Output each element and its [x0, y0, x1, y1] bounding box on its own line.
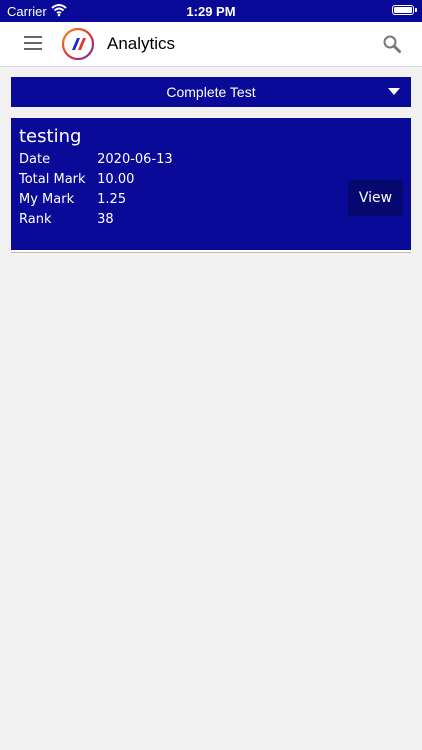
clock-time: 1:29 PM: [186, 4, 236, 19]
app-logo: [61, 27, 95, 61]
battery-icon: [392, 5, 414, 15]
view-button[interactable]: View: [348, 180, 403, 216]
dropdown-selected-value: Complete Test: [166, 84, 256, 100]
total-mark-value: 10.00: [97, 172, 135, 187]
chevron-down-icon: [388, 88, 400, 95]
my-mark-row: My Mark 1.25: [19, 192, 126, 207]
total-mark-row: Total Mark 10.00: [19, 172, 134, 187]
date-label: Date: [19, 152, 51, 167]
test-name: testing: [19, 126, 82, 147]
rank-value: 38: [97, 212, 114, 227]
total-mark-label: Total Mark: [19, 172, 86, 187]
test-type-dropdown[interactable]: Complete Test: [11, 77, 411, 107]
status-bar: Carrier 1:29 PM: [0, 0, 422, 22]
my-mark-value: 1.25: [97, 192, 127, 207]
my-mark-label: My Mark: [19, 192, 75, 207]
date-value: 2020-06-13: [97, 152, 173, 167]
navigation-bar: Analytics: [0, 22, 422, 67]
rank-row: Rank 38: [19, 212, 114, 227]
date-row: Date 2020-06-13: [19, 152, 173, 167]
hamburger-menu-icon[interactable]: [24, 34, 44, 52]
page-title: Analytics: [107, 34, 176, 53]
test-result-card: testing Date 2020-06-13 Total Mark 10.00…: [11, 118, 411, 252]
search-icon[interactable]: [382, 34, 402, 54]
rank-label: Rank: [19, 212, 52, 227]
battery-cap: [415, 8, 417, 12]
